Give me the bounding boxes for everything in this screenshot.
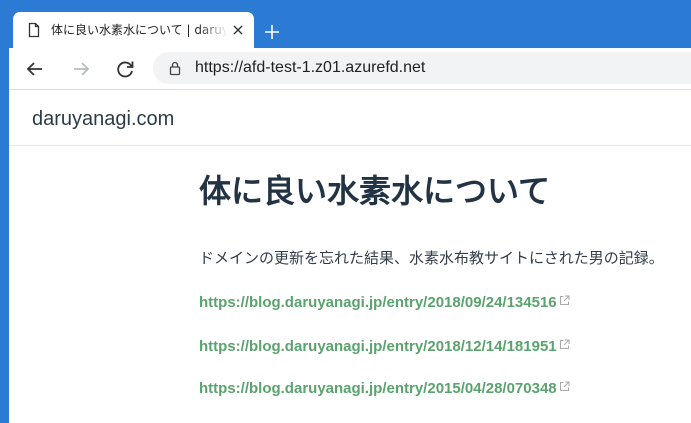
- external-link[interactable]: https://blog.daruyanagi.jp/entry/2018/09…: [199, 293, 570, 313]
- external-link-icon: [559, 295, 570, 305]
- external-link[interactable]: https://blog.daruyanagi.jp/entry/2018/12…: [199, 337, 570, 357]
- link-text[interactable]: https://blog.daruyanagi.jp/entry/2018/09…: [199, 294, 557, 311]
- external-link-icon: [559, 339, 570, 349]
- browser-tab[interactable]: 体に良い水素水について | daruyanagi.com: [13, 12, 254, 48]
- back-arrow-icon[interactable]: [23, 57, 47, 81]
- close-icon[interactable]: [232, 24, 244, 36]
- reload-icon[interactable]: [113, 57, 137, 81]
- tab-title-fade: [198, 20, 228, 40]
- address-bar[interactable]: https://afd-test-1.z01.azurefd.net: [153, 52, 691, 84]
- site-header: daruyanagi.com: [9, 90, 691, 146]
- plus-icon[interactable]: [262, 22, 282, 42]
- external-link-icon: [559, 381, 570, 391]
- article-title: 体に良い水素水について: [199, 172, 551, 210]
- browser-window: 体に良い水素水について | daruyanagi.com https://afd…: [0, 0, 691, 423]
- link-text[interactable]: https://blog.daruyanagi.jp/entry/2018/12…: [199, 338, 557, 355]
- url-text[interactable]: https://afd-test-1.z01.azurefd.net: [195, 58, 425, 78]
- external-link[interactable]: https://blog.daruyanagi.jp/entry/2015/04…: [199, 379, 570, 399]
- forward-arrow-icon[interactable]: [69, 57, 93, 81]
- page-content: daruyanagi.com 体に良い水素水について ドメインの更新を忘れた結果…: [9, 90, 691, 423]
- browser-toolbar: https://afd-test-1.z01.azurefd.net: [9, 48, 691, 90]
- site-title[interactable]: daruyanagi.com: [32, 107, 174, 131]
- page-icon: [28, 22, 40, 38]
- article-description: ドメインの更新を忘れた結果、水素水布教サイトにされた男の記録。: [199, 249, 664, 267]
- lock-icon[interactable]: [167, 60, 183, 76]
- link-text[interactable]: https://blog.daruyanagi.jp/entry/2015/04…: [199, 380, 557, 397]
